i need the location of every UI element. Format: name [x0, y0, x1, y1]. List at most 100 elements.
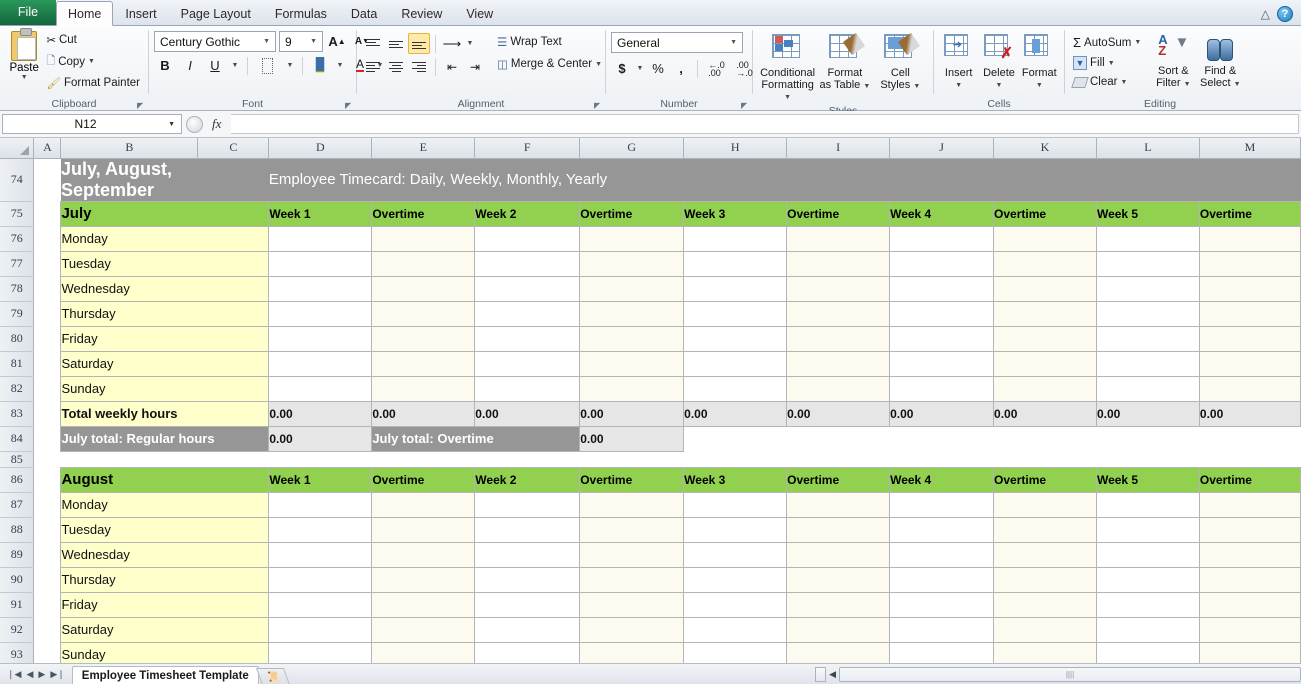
august-week-header-9[interactable]: Week 5: [1096, 467, 1199, 492]
july-cell-w3-fri[interactable]: [684, 326, 787, 351]
cell-a90[interactable]: [34, 567, 61, 592]
august-cell-w1-wed[interactable]: [269, 542, 372, 567]
august-week-header-3[interactable]: Week 2: [475, 467, 580, 492]
july-cell-ot3-tue[interactable]: [787, 251, 890, 276]
july-overtime-value[interactable]: 0.00: [580, 426, 684, 451]
july-week-header-6[interactable]: Overtime: [787, 201, 890, 226]
july-cell-w1-mon[interactable]: [269, 226, 372, 251]
next-sheet-icon[interactable]: ▶: [38, 669, 45, 680]
august-cell-ot3-mon[interactable]: [787, 492, 890, 517]
august-day-wednesday[interactable]: Wednesday: [61, 542, 269, 567]
august-cell-w4-fri[interactable]: [890, 592, 994, 617]
july-cell-w2-sun[interactable]: [475, 376, 580, 401]
august-cell-ot1-tue[interactable]: [372, 517, 475, 542]
july-cell-ot2-fri[interactable]: [580, 326, 684, 351]
fx-icon[interactable]: fx: [206, 116, 227, 132]
july-week-header-4[interactable]: Overtime: [580, 201, 684, 226]
insert-cells-button[interactable]: ➔ Insert ▼: [939, 32, 978, 91]
august-cell-ot2-sat[interactable]: [580, 617, 684, 642]
july-cell-ot5-tue[interactable]: [1199, 251, 1300, 276]
increase-decimal-icon[interactable]: ←.0.00: [703, 58, 730, 79]
august-cell-w2-thu[interactable]: [475, 567, 580, 592]
august-day-thursday[interactable]: Thursday: [61, 567, 269, 592]
july-cell-ot2-sat[interactable]: [580, 351, 684, 376]
chevron-down-icon[interactable]: ▼: [307, 38, 320, 45]
august-cell-ot4-tue[interactable]: [994, 517, 1097, 542]
august-day-saturday[interactable]: Saturday: [61, 617, 269, 642]
tab-data[interactable]: Data: [339, 2, 389, 25]
july-week-header-5[interactable]: Week 3: [684, 201, 787, 226]
august-week-header-8[interactable]: Overtime: [994, 467, 1097, 492]
row-header-91[interactable]: 91: [0, 592, 34, 617]
july-cell-w3-tue[interactable]: [684, 251, 787, 276]
august-cell-w5-wed[interactable]: [1096, 542, 1199, 567]
august-day-sunday[interactable]: Sunday: [61, 642, 269, 663]
august-cell-ot2-fri[interactable]: [580, 592, 684, 617]
july-cell-ot1-mon[interactable]: [372, 226, 475, 251]
merge-center-button[interactable]: ◫ Merge & Center ▼: [494, 56, 605, 72]
august-week-header-7[interactable]: Week 4: [890, 467, 994, 492]
row-header-77[interactable]: 77: [0, 251, 34, 276]
banner-subtitle-cell[interactable]: Employee Timecard: Daily, Weekly, Monthl…: [269, 158, 1301, 201]
cell-a87[interactable]: [34, 492, 61, 517]
format-as-table-button[interactable]: Format as Table ▼: [817, 32, 872, 92]
cell-a78[interactable]: [34, 276, 61, 301]
tab-page-layout[interactable]: Page Layout: [169, 2, 263, 25]
august-week-header-5[interactable]: Week 3: [684, 467, 787, 492]
july-day-monday[interactable]: Monday: [61, 226, 269, 251]
july-cell-w2-fri[interactable]: [475, 326, 580, 351]
august-cell-ot4-mon[interactable]: [994, 492, 1097, 517]
july-month-header[interactable]: July: [61, 201, 269, 226]
column-header-c[interactable]: C: [198, 138, 269, 158]
merge-dropdown-icon[interactable]: ▼: [595, 61, 602, 68]
cell-a93[interactable]: [34, 642, 61, 663]
july-cell-ot1-thu[interactable]: [372, 301, 475, 326]
row-header-80[interactable]: 80: [0, 326, 34, 351]
august-cell-ot5-fri[interactable]: [1199, 592, 1300, 617]
august-cell-ot2-mon[interactable]: [580, 492, 684, 517]
august-cell-w3-fri[interactable]: [684, 592, 787, 617]
july-cell-ot1-tue[interactable]: [372, 251, 475, 276]
july-cell-ot1-wed[interactable]: [372, 276, 475, 301]
july-cell-w1-sat[interactable]: [269, 351, 372, 376]
first-sheet-icon[interactable]: ❘◀: [7, 669, 21, 680]
july-cell-ot5-thu[interactable]: [1199, 301, 1300, 326]
fill-color-button[interactable]: █: [309, 55, 331, 76]
august-week-header-10[interactable]: Overtime: [1199, 467, 1300, 492]
august-cell-ot2-tue[interactable]: [580, 517, 684, 542]
cell-a83[interactable]: [34, 401, 61, 426]
july-cell-w3-sun[interactable]: [684, 376, 787, 401]
july-day-friday[interactable]: Friday: [61, 326, 269, 351]
july-cell-w1-tue[interactable]: [269, 251, 372, 276]
august-month-header[interactable]: August: [61, 467, 269, 492]
cell-a80[interactable]: [34, 326, 61, 351]
july-cell-w4-sun[interactable]: [890, 376, 994, 401]
july-cell-ot4-wed[interactable]: [994, 276, 1097, 301]
conditional-formatting-button[interactable]: Conditional Formatting ▼: [758, 32, 817, 104]
august-cell-w3-mon[interactable]: [684, 492, 787, 517]
find-select-button[interactable]: Find & Select ▼: [1194, 32, 1246, 90]
july-week-header-7[interactable]: Week 4: [890, 201, 994, 226]
august-cell-ot4-thu[interactable]: [994, 567, 1097, 592]
july-cell-w2-thu[interactable]: [475, 301, 580, 326]
july-week-header-8[interactable]: Overtime: [994, 201, 1097, 226]
orientation-icon[interactable]: ⟶: [441, 33, 463, 54]
cell-a79[interactable]: [34, 301, 61, 326]
august-cell-ot1-mon[interactable]: [372, 492, 475, 517]
july-cell-ot3-sun[interactable]: [787, 376, 890, 401]
july-cell-w4-wed[interactable]: [890, 276, 994, 301]
august-cell-w1-tue[interactable]: [269, 517, 372, 542]
july-total-ot4[interactable]: 0.00: [994, 401, 1097, 426]
august-cell-w1-sun[interactable]: [269, 642, 372, 663]
august-cell-ot4-sun[interactable]: [994, 642, 1097, 663]
july-overtime-label[interactable]: July total: Overtime: [372, 426, 580, 451]
cell-a89[interactable]: [34, 542, 61, 567]
cell-a92[interactable]: [34, 617, 61, 642]
august-cell-w5-sat[interactable]: [1096, 617, 1199, 642]
select-all-corner[interactable]: [0, 138, 34, 158]
august-cell-w3-tue[interactable]: [684, 517, 787, 542]
row-header-81[interactable]: 81: [0, 351, 34, 376]
august-cell-w3-sun[interactable]: [684, 642, 787, 663]
cut-button[interactable]: ✂ Cut: [43, 32, 143, 48]
august-cell-w4-sat[interactable]: [890, 617, 994, 642]
